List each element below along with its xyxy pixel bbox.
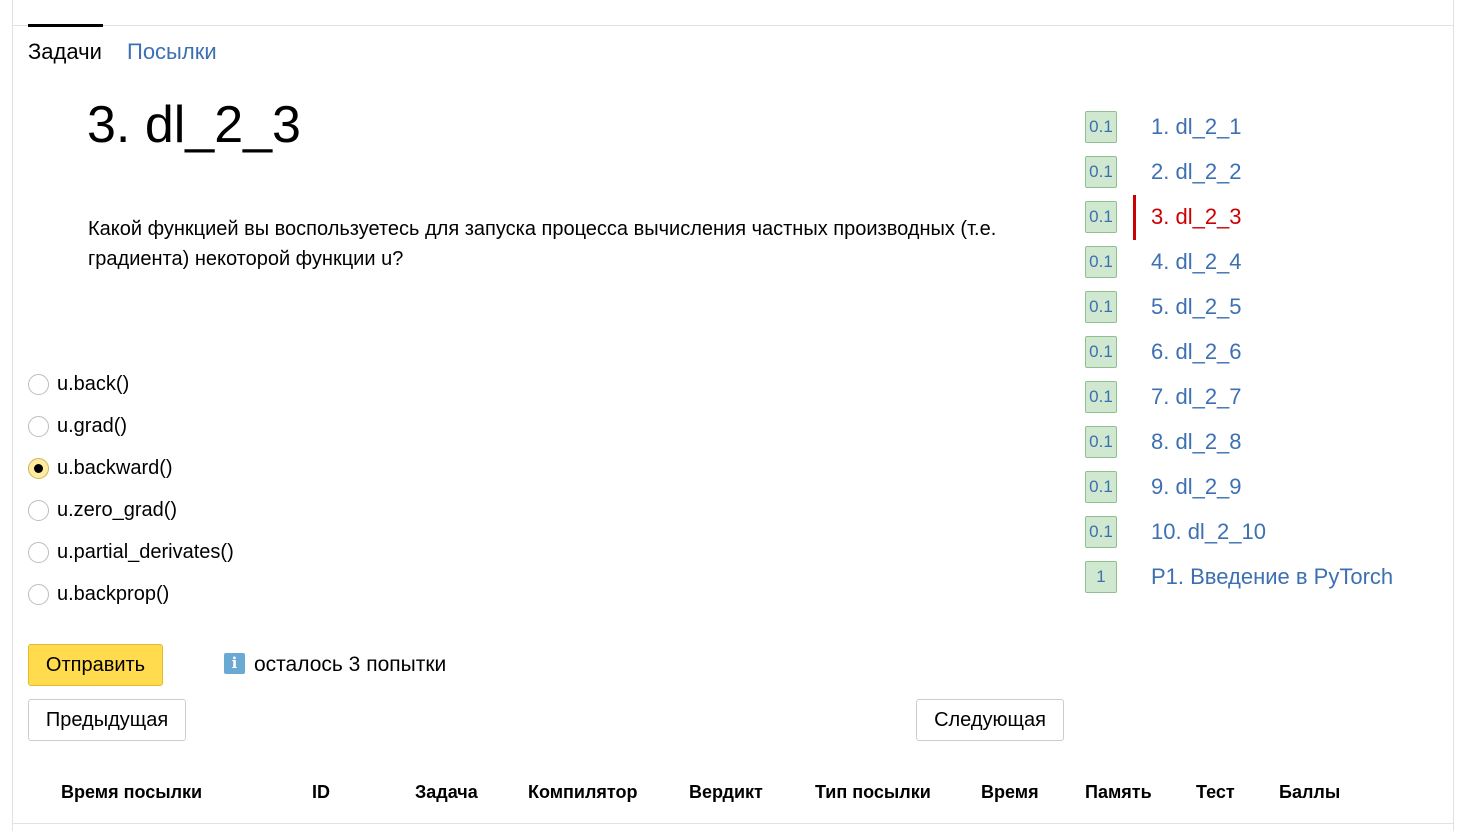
answer-option[interactable]: u.backprop() — [28, 573, 234, 615]
problem-link[interactable]: 5. dl_2_5 — [1151, 292, 1242, 322]
page-title: 3. dl_2_3 — [87, 96, 301, 154]
answer-option[interactable]: u.zero_grad() — [28, 489, 234, 531]
option-label: u.backward() — [57, 457, 173, 479]
option-label: u.backprop() — [57, 583, 170, 605]
score-badge: 0.1 — [1085, 336, 1117, 368]
problem-link[interactable]: 6. dl_2_6 — [1151, 337, 1242, 367]
radio-button[interactable] — [28, 457, 49, 479]
column-header[interactable]: Компилятор — [528, 779, 638, 805]
option-label: u.zero_grad() — [57, 499, 178, 521]
info-icon: i — [224, 653, 245, 674]
problem-link[interactable]: 7. dl_2_7 — [1151, 382, 1242, 412]
next-button[interactable]: Следующая — [916, 699, 1064, 741]
submit-button[interactable]: Отправить — [28, 644, 163, 686]
problem-link[interactable]: 3. dl_2_3 — [1151, 202, 1242, 232]
answer-options: u.back() u.grad() u.backward() u.zero_gr… — [28, 363, 234, 615]
question-text: Какой функцией вы воспользуетесь для зап… — [88, 218, 997, 270]
table-divider — [12, 823, 1454, 824]
active-indicator — [1133, 195, 1136, 240]
column-header[interactable]: Вердикт — [689, 779, 763, 805]
score-badge: 0.1 — [1085, 471, 1117, 503]
problem-link[interactable]: 4. dl_2_4 — [1151, 247, 1242, 277]
column-header[interactable]: ID — [312, 779, 330, 805]
problem-link[interactable]: 1. dl_2_1 — [1151, 112, 1242, 142]
option-label: u.partial_derivates() — [57, 541, 234, 563]
active-tab-indicator — [28, 24, 103, 27]
tab-submissions[interactable]: Посылки — [127, 38, 217, 66]
answer-option[interactable]: u.grad() — [28, 405, 234, 447]
problem-link[interactable]: P1. Введение в PyTorch — [1151, 562, 1393, 592]
radio-button[interactable] — [28, 499, 49, 521]
prev-button[interactable]: Предыдущая — [28, 699, 186, 741]
submissions-table-header: Время посылки ID Задача Компилятор Верди… — [12, 779, 1454, 805]
radio-button[interactable] — [28, 583, 49, 605]
score-badge: 1 — [1085, 561, 1117, 593]
option-label: u.grad() — [57, 415, 128, 437]
attempts-remaining: осталось 3 попытки — [254, 653, 447, 676]
column-header[interactable]: Память — [1085, 779, 1152, 805]
score-badge: 0.1 — [1085, 201, 1117, 233]
column-header[interactable]: Время — [981, 779, 1039, 805]
answer-option[interactable]: u.back() — [28, 363, 234, 405]
radio-button[interactable] — [28, 541, 49, 563]
score-badge: 0.1 — [1085, 156, 1117, 188]
option-label: u.back() — [57, 373, 130, 395]
problem-link[interactable]: 2. dl_2_2 — [1151, 157, 1242, 187]
column-header[interactable]: Баллы — [1279, 779, 1340, 805]
tabs-divider — [12, 25, 1454, 26]
column-header[interactable]: Время посылки — [61, 779, 202, 805]
column-header[interactable]: Тест — [1196, 779, 1235, 805]
column-header[interactable]: Задача — [415, 779, 478, 805]
score-badge: 0.1 — [1085, 111, 1117, 143]
score-badge: 0.1 — [1085, 246, 1117, 278]
problem-link[interactable]: 9. dl_2_9 — [1151, 472, 1242, 502]
score-badge: 0.1 — [1085, 381, 1117, 413]
radio-button[interactable] — [28, 415, 49, 437]
problem-link[interactable]: 10. dl_2_10 — [1151, 517, 1266, 547]
score-badge: 0.1 — [1085, 291, 1117, 323]
tab-tasks[interactable]: Задачи — [28, 38, 102, 66]
answer-option[interactable]: u.partial_derivates() — [28, 531, 234, 573]
column-header[interactable]: Тип посылки — [815, 779, 931, 805]
answer-option[interactable]: u.backward() — [28, 447, 234, 489]
radio-button[interactable] — [28, 373, 49, 395]
score-badge: 0.1 — [1085, 516, 1117, 548]
problem-link[interactable]: 8. dl_2_8 — [1151, 427, 1242, 457]
score-badge: 0.1 — [1085, 426, 1117, 458]
